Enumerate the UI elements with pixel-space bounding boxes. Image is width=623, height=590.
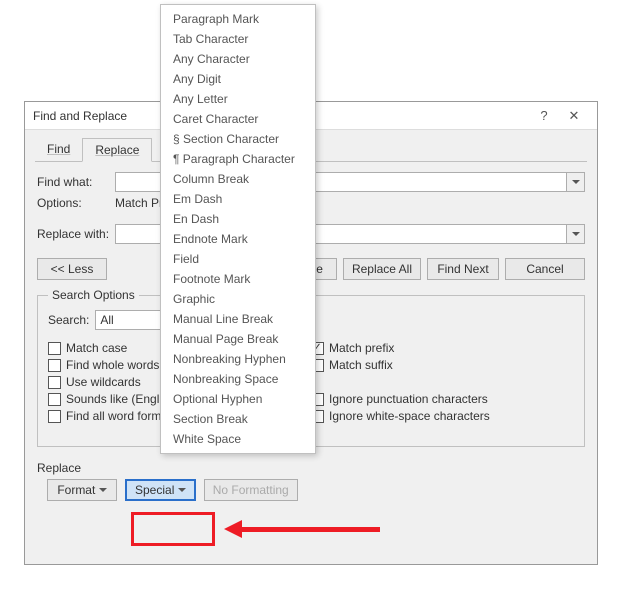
help-button[interactable]: ? [529, 108, 559, 123]
special-menu-item[interactable]: En Dash [161, 209, 315, 229]
special-menu-item[interactable]: Column Break [161, 169, 315, 189]
special-menu-item[interactable]: Field [161, 249, 315, 269]
no-formatting-button[interactable]: No Formatting [204, 479, 298, 501]
special-menu-item[interactable]: Any Digit [161, 69, 315, 89]
special-menu-item[interactable]: Nonbreaking Space [161, 369, 315, 389]
checkbox-label: Ignore punctuation characters [329, 392, 488, 406]
checkbox-box [48, 393, 61, 406]
chevron-down-icon [572, 232, 580, 236]
checkbox-match-suffix[interactable]: Match suffix [311, 358, 574, 372]
special-menu-item[interactable]: White Space [161, 429, 315, 449]
special-menu-item[interactable]: Em Dash [161, 189, 315, 209]
find-what-label: Find what: [37, 175, 115, 189]
options-label: Options: [37, 196, 115, 210]
find-what-dropdown[interactable] [566, 173, 584, 191]
replace-with-label: Replace with: [37, 227, 115, 241]
find-next-button[interactable]: Find Next [427, 258, 499, 280]
chevron-down-icon [572, 180, 580, 184]
special-menu-item[interactable]: Paragraph Mark [161, 9, 315, 29]
less-button[interactable]: << Less [37, 258, 107, 280]
checkbox-label: Match prefix [329, 341, 394, 355]
checkbox-box [48, 342, 61, 355]
special-menu-item[interactable]: Caret Character [161, 109, 315, 129]
tab-replace[interactable]: Replace [82, 138, 152, 162]
special-menu-item[interactable]: Endnote Mark [161, 229, 315, 249]
special-menu-item[interactable]: Manual Page Break [161, 329, 315, 349]
checkbox-label: Ignore white-space characters [329, 409, 490, 423]
special-menu-item[interactable]: § Section Character [161, 129, 315, 149]
special-menu: Paragraph MarkTab CharacterAny Character… [160, 4, 316, 454]
checkbox-label: Match suffix [329, 358, 393, 372]
special-menu-item[interactable]: Manual Line Break [161, 309, 315, 329]
chevron-down-icon [178, 488, 186, 492]
search-options-right-col: ✓Match prefix Match suffix Ignore punctuat… [311, 338, 574, 426]
replace-all-button[interactable]: Replace All [343, 258, 421, 280]
special-menu-item[interactable]: Footnote Mark [161, 269, 315, 289]
chevron-down-icon [99, 488, 107, 492]
special-menu-item[interactable]: Section Break [161, 409, 315, 429]
checkbox-box [48, 359, 61, 372]
special-menu-item[interactable]: Any Character [161, 49, 315, 69]
checkbox-box [48, 410, 61, 423]
checkbox-label: Use wildcards [66, 375, 141, 389]
tab-find[interactable]: Find [35, 138, 82, 162]
special-menu-item[interactable]: Optional Hyphen [161, 389, 315, 409]
cancel-button[interactable]: Cancel [505, 258, 585, 280]
special-menu-item[interactable]: ¶ Paragraph Character [161, 149, 315, 169]
special-menu-item[interactable]: Tab Character [161, 29, 315, 49]
checkbox-box [48, 376, 61, 389]
replace-format-section: Replace Format Special No Formatting [37, 461, 585, 501]
checkbox-label: Match case [66, 341, 127, 355]
special-menu-item[interactable]: Any Letter [161, 89, 315, 109]
search-options-legend: Search Options [48, 288, 139, 302]
checkbox-ignore-punctuation-characters[interactable]: Ignore punctuation characters [311, 392, 574, 406]
special-menu-item[interactable]: Nonbreaking Hyphen [161, 349, 315, 369]
replace-with-dropdown[interactable] [566, 225, 584, 243]
special-button[interactable]: Special [125, 479, 196, 501]
close-button[interactable]: ✕ [559, 108, 589, 124]
replace-section-label: Replace [37, 461, 585, 475]
search-direction-label: Search: [48, 313, 89, 327]
format-button[interactable]: Format [47, 479, 117, 501]
special-menu-item[interactable]: Graphic [161, 289, 315, 309]
checkbox-match-prefix[interactable]: ✓Match prefix [311, 341, 574, 355]
checkbox-ignore-white-space-characters[interactable]: Ignore white-space characters [311, 409, 574, 423]
